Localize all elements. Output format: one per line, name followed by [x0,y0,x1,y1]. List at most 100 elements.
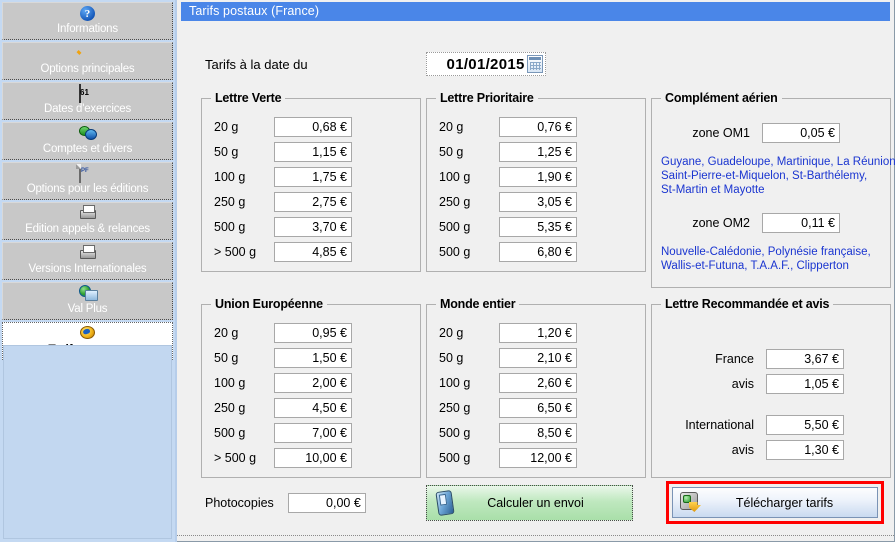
price-input[interactable]: 1,05 € [766,374,844,394]
zone-om2-territories-line2: Wallis-et-Futuna, T.A.A.F., Clipperton [661,260,849,272]
recommande-label: avis [731,377,754,391]
table-row: 500 g 12,00 € [439,448,577,468]
application-window: ? Informations Options principales Dates… [0,0,895,542]
weight-label: 500 g [439,245,471,259]
window-bottom-strip [177,535,894,541]
zone-om1-territories-line1: Guyane, Guadeloupe, Martinique, La Réuni… [661,156,895,168]
sidebar-item-label: Options principales [40,63,135,75]
weight-label: 20 g [214,326,239,340]
sidebar-item-informations[interactable]: ? Informations [2,2,173,40]
sidebar-item-label: Edition appels & relances [25,223,150,235]
weight-label: 500 g [214,426,246,440]
calculer-button-label: Calculer un envoi [487,496,584,510]
weight-label: 50 g [439,351,464,365]
group-monde-entier: Monde entier 20 g 1,20 € 50 g 2,10 € 100… [426,297,646,478]
price-input[interactable]: 2,60 € [499,373,577,393]
calculer-un-envoi-button[interactable]: Calculer un envoi [426,485,633,521]
table-row: 20 g 0,68 € [214,117,352,137]
table-row: 100 g 2,00 € [214,373,352,393]
sidebar-item-label: Informations [57,23,118,35]
table-row: France 3,67 € [674,349,844,369]
group-title: Lettre Prioritaire [436,91,538,105]
zone-om1-label: zone OM1 [692,126,750,140]
price-input[interactable]: 1,75 € [274,167,352,187]
weight-label: 500 g [439,451,471,465]
price-input[interactable]: 1,20 € [499,323,577,343]
sidebar-item-val-plus[interactable]: Val Plus [2,282,173,320]
weight-label: 250 g [214,401,246,415]
group-lettre-verte: Lettre Verte 20 g 0,68 € 50 g 1,15 € 100… [201,91,421,272]
tariff-date-label: Tarifs à la date du [205,56,308,72]
table-row: International 5,50 € [674,415,844,435]
sidebar-item-comptes-et-divers[interactable]: Comptes et divers [2,122,173,160]
price-input[interactable]: 2,75 € [274,192,352,212]
price-input[interactable]: 3,05 € [499,192,577,212]
price-input[interactable]: 4,50 € [274,398,352,418]
zone-om1-input[interactable]: 0,05 € [762,123,840,143]
price-input[interactable]: 5,35 € [499,217,577,237]
price-input[interactable]: 1,25 € [499,142,577,162]
weight-label: 500 g [214,220,246,234]
sidebar-item-label: Options pour les éditions [26,183,149,195]
table-row: 250 g 3,05 € [439,192,577,212]
price-input[interactable]: 10,00 € [274,448,352,468]
weight-label: 50 g [439,145,464,159]
sidebar-item-dates-exercices[interactable]: Dates d'exercices [2,82,173,120]
price-input[interactable]: 1,15 € [274,142,352,162]
photocopies-input[interactable]: 0,00 € [287,493,366,513]
table-row: 50 g 1,25 € [439,142,577,162]
tariff-date-input[interactable]: 01/01/2015 [425,52,546,76]
price-input[interactable]: 12,00 € [499,448,577,468]
telecharger-button-label: Télécharger tarifs [735,495,834,510]
weight-label: 20 g [439,120,464,134]
price-input[interactable]: 1,90 € [499,167,577,187]
price-input[interactable]: 6,80 € [499,242,577,262]
sidebar-item-versions-internationales[interactable]: Versions Internationales [2,242,173,280]
price-input[interactable]: 7,00 € [274,423,352,443]
sidebar-item-options-editions[interactable]: Options pour les éditions [2,162,173,200]
price-input[interactable]: 2,10 € [499,348,577,368]
table-row: 20 g 0,95 € [214,323,352,343]
weight-label: 100 g [214,376,246,390]
table-row: > 500 g 10,00 € [214,448,352,468]
table-row: 500 g 3,70 € [214,217,352,237]
price-input[interactable]: 8,50 € [499,423,577,443]
weight-label: 50 g [214,351,239,365]
price-input[interactable]: 0,95 € [274,323,352,343]
price-input[interactable]: 1,30 € [766,440,844,460]
zone-om1-row: zone OM1 0,05 € [674,123,840,143]
zone-om2-territories-line1: Nouvelle-Calédonie, Polynésie française, [661,246,871,258]
telecharger-highlight-outline: Télécharger tarifs [666,481,884,524]
table-row: > 500 g 4,85 € [214,242,352,262]
weight-label: 250 g [439,195,471,209]
group-union-europeenne: Union Européenne 20 g 0,95 € 50 g 1,50 €… [201,297,421,478]
price-input[interactable]: 1,50 € [274,348,352,368]
price-input[interactable]: 0,68 € [274,117,352,137]
sidebar-item-edition-appels-relances[interactable]: Edition appels & relances [2,202,173,240]
table-row: 500 g 8,50 € [439,423,577,443]
price-input[interactable]: 3,70 € [274,217,352,237]
table-row: 250 g 6,50 € [439,398,577,418]
table-row: 250 g 2,75 € [214,192,352,212]
zone-om2-input[interactable]: 0,11 € [762,213,840,233]
weight-label: 100 g [214,170,246,184]
zone-om1-territories-line3: St-Martin et Mayotte [661,184,765,196]
sidebar-item-options-principales[interactable]: Options principales [2,42,173,80]
zone-om2-label: zone OM2 [692,216,750,230]
sidebar-empty-area [3,345,172,539]
price-input[interactable]: 2,00 € [274,373,352,393]
price-input[interactable]: 6,50 € [499,398,577,418]
sidebar-navigation: ? Informations Options principales Dates… [0,0,177,542]
mobile-device-icon [435,490,455,516]
zone-om1-territories-line2: Saint-Pierre-et-Miquelon, St-Barthélemy, [661,170,868,182]
recommande-label: France [715,352,754,366]
price-input[interactable]: 5,50 € [766,415,844,435]
telecharger-tarifs-button[interactable]: Télécharger tarifs [672,487,878,518]
weight-label: 500 g [439,220,471,234]
group-lettre-recommandee: Lettre Recommandée et avis France 3,67 €… [651,297,891,478]
price-input[interactable]: 3,67 € [766,349,844,369]
calendar-picker-icon[interactable] [526,55,543,73]
price-input[interactable]: 4,85 € [274,242,352,262]
table-row: 20 g 1,20 € [439,323,577,343]
price-input[interactable]: 0,76 € [499,117,577,137]
